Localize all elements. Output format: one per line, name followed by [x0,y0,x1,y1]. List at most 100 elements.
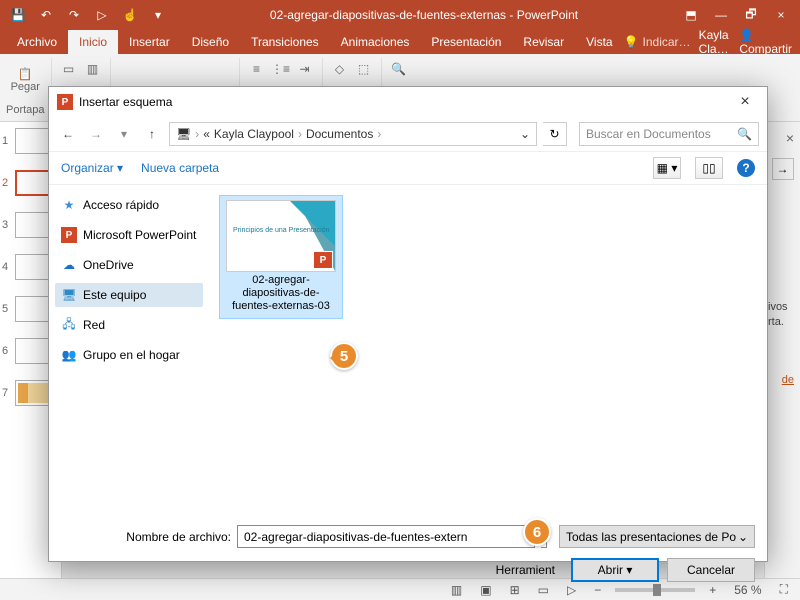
nav-back-icon[interactable]: ← [57,123,79,145]
bullets-icon[interactable]: ≡ [246,58,268,80]
crumb-overflow[interactable]: « [203,127,210,141]
tab-inicio[interactable]: Inicio [68,30,118,54]
pane-link-fragment[interactable]: de [782,374,794,386]
tab-vista[interactable]: Vista [575,30,623,54]
search-input[interactable]: Buscar en Documentos 🔍 [579,122,759,146]
crumb-docs[interactable]: Documentos [306,127,373,141]
tab-animaciones[interactable]: Animaciones [330,30,421,54]
tab-archivo[interactable]: Archivo [6,30,68,54]
file-item[interactable]: Principios de una Presentación P 02-agre… [219,195,343,319]
redo-icon[interactable]: ↷ [60,0,88,30]
thumb-num: 7 [2,387,12,399]
search-placeholder: Buscar en Documentos [586,127,711,141]
thumb-text: Principios de una Presentación [233,227,330,234]
dialog-body: ★Acceso rápido PMicrosoft PowerPoint ☁On… [49,185,767,515]
indent-icon[interactable]: ⇥ [294,58,316,80]
titlebar: 💾 ↶ ↷ ▷ ☝ ▾ 02-agregar-diapositivas-de-f… [0,0,800,30]
layout-icon[interactable]: ▥ [82,58,104,80]
tell-me[interactable]: 💡 Indicar… [624,35,691,49]
arrange-icon[interactable]: ⬚ [353,58,375,80]
dialog-nav: ← → ▾ ↑ 🖥 › « Kayla Claypool › Documento… [49,117,767,151]
preview-pane-button[interactable]: ▯▯ [695,157,723,179]
tree-onedrive[interactable]: ☁OneDrive [55,253,203,277]
filetype-filter[interactable]: Todas las presentaciones de Po⌄ [559,525,755,548]
organize-button[interactable]: Organizar ▾ [61,161,123,175]
paste-label: Pegar [11,81,40,93]
numbering-icon[interactable]: ⋮≡ [270,58,292,80]
tree-powerpoint[interactable]: PMicrosoft PowerPoint [55,223,203,247]
open-label: Abrir [598,563,623,577]
ribbon-options-icon[interactable]: ⬒ [676,0,706,30]
tree-network[interactable]: 🖧Red [55,313,203,337]
tab-diseno[interactable]: Diseño [181,30,240,54]
clipboard-label: Portapa [6,104,45,116]
crumb-dropdown-icon[interactable]: ⌄ [520,127,530,141]
tab-presentacion[interactable]: Presentación [420,30,512,54]
insert-outline-dialog: P Insertar esquema × ← → ▾ ↑ 🖥 › « Kayla… [48,86,768,562]
breadcrumb[interactable]: 🖥 › « Kayla Claypool › Documentos › ⌄ [169,122,537,146]
fit-to-window-icon[interactable]: ⛶ [776,582,792,597]
dialog-titlebar: P Insertar esquema × [49,87,767,117]
nav-tree[interactable]: ★Acceso rápido PMicrosoft PowerPoint ☁On… [49,185,209,515]
quick-access-toolbar: 💾 ↶ ↷ ▷ ☝ ▾ [4,0,172,30]
pptx-badge-icon: P [313,251,333,269]
tell-me-label: Indicar… [643,35,691,49]
thumb-num: 1 [2,135,12,147]
dialog-title: Insertar esquema [79,95,725,109]
minimize-icon[interactable]: — [706,0,736,30]
crumb-user[interactable]: Kayla Claypool [214,127,294,141]
close-icon[interactable]: × [766,0,796,30]
callout-6: 6 [523,518,551,546]
new-folder-button[interactable]: Nueva carpeta [141,161,219,175]
find-icon[interactable]: 🔍 [388,58,410,80]
tree-this-pc[interactable]: 🖥Este equipo [55,283,203,307]
shapes-icon[interactable]: ◇ [329,58,351,80]
dialog-toolbar: Organizar ▾ Nueva carpeta ▦ ▾ ▯▯ ? [49,151,767,185]
paste-button[interactable]: 📋Pegar [6,58,44,102]
view-mode-button[interactable]: ▦ ▾ [653,157,681,179]
undo-icon[interactable]: ↶ [32,0,60,30]
touch-mode-icon[interactable]: ☝ [116,0,144,30]
task-pane: × → ivos rta. de [764,122,800,578]
share-button[interactable]: 👤 Compartir [739,28,792,56]
clipboard-group: 📋Pegar Portapa [6,58,52,118]
tree-label: Microsoft PowerPoint [83,228,196,242]
refresh-icon[interactable]: ↻ [543,122,567,146]
pane-close-icon[interactable]: × [786,130,794,146]
thumb-num: 3 [2,219,12,231]
nav-recent-icon[interactable]: ▾ [113,123,135,145]
nav-forward-icon: → [85,123,107,145]
start-slideshow-icon[interactable]: ▷ [88,0,116,30]
tree-quick-access[interactable]: ★Acceso rápido [55,193,203,217]
tools-button[interactable]: Herramient [496,563,555,577]
pane-expand-icon[interactable]: → [772,158,794,180]
tree-label: Red [83,318,105,332]
dialog-close-icon[interactable]: × [731,93,759,111]
user-name[interactable]: Kayla Cla… [699,28,732,56]
cancel-button[interactable]: Cancelar [667,558,755,582]
powerpoint-icon: P [57,94,73,110]
tab-transiciones[interactable]: Transiciones [240,30,330,54]
qat-more-icon[interactable]: ▾ [144,0,172,30]
tab-revisar[interactable]: Revisar [512,30,575,54]
tree-label: OneDrive [83,258,134,272]
help-icon[interactable]: ? [737,159,755,177]
font-select[interactable] [117,58,197,80]
tree-homegroup[interactable]: 👥Grupo en el hogar [55,343,203,367]
nav-up-icon[interactable]: ↑ [141,123,163,145]
tab-insertar[interactable]: Insertar [118,30,181,54]
folder-icon: 🖥 [176,127,191,141]
filename-label: Nombre de archivo: [61,530,231,544]
pane-text-fragment: ivos rta. [768,300,794,331]
filter-label: Todas las presentaciones de Po [566,530,736,544]
save-icon[interactable]: 💾 [4,0,32,30]
open-button[interactable]: Abrir ▾ [571,558,659,582]
file-name: 02-agregar-diapositivas-de-fuentes-exter… [224,274,338,314]
font-size[interactable] [199,58,233,80]
tree-label: Grupo en el hogar [83,348,180,362]
new-slide-icon[interactable]: ▭ [58,58,80,80]
file-list[interactable]: Principios de una Presentación P 02-agre… [209,185,767,515]
search-icon[interactable]: 🔍 [737,127,752,141]
restore-icon[interactable]: 🗗 [736,0,766,30]
filename-input[interactable] [237,525,535,548]
